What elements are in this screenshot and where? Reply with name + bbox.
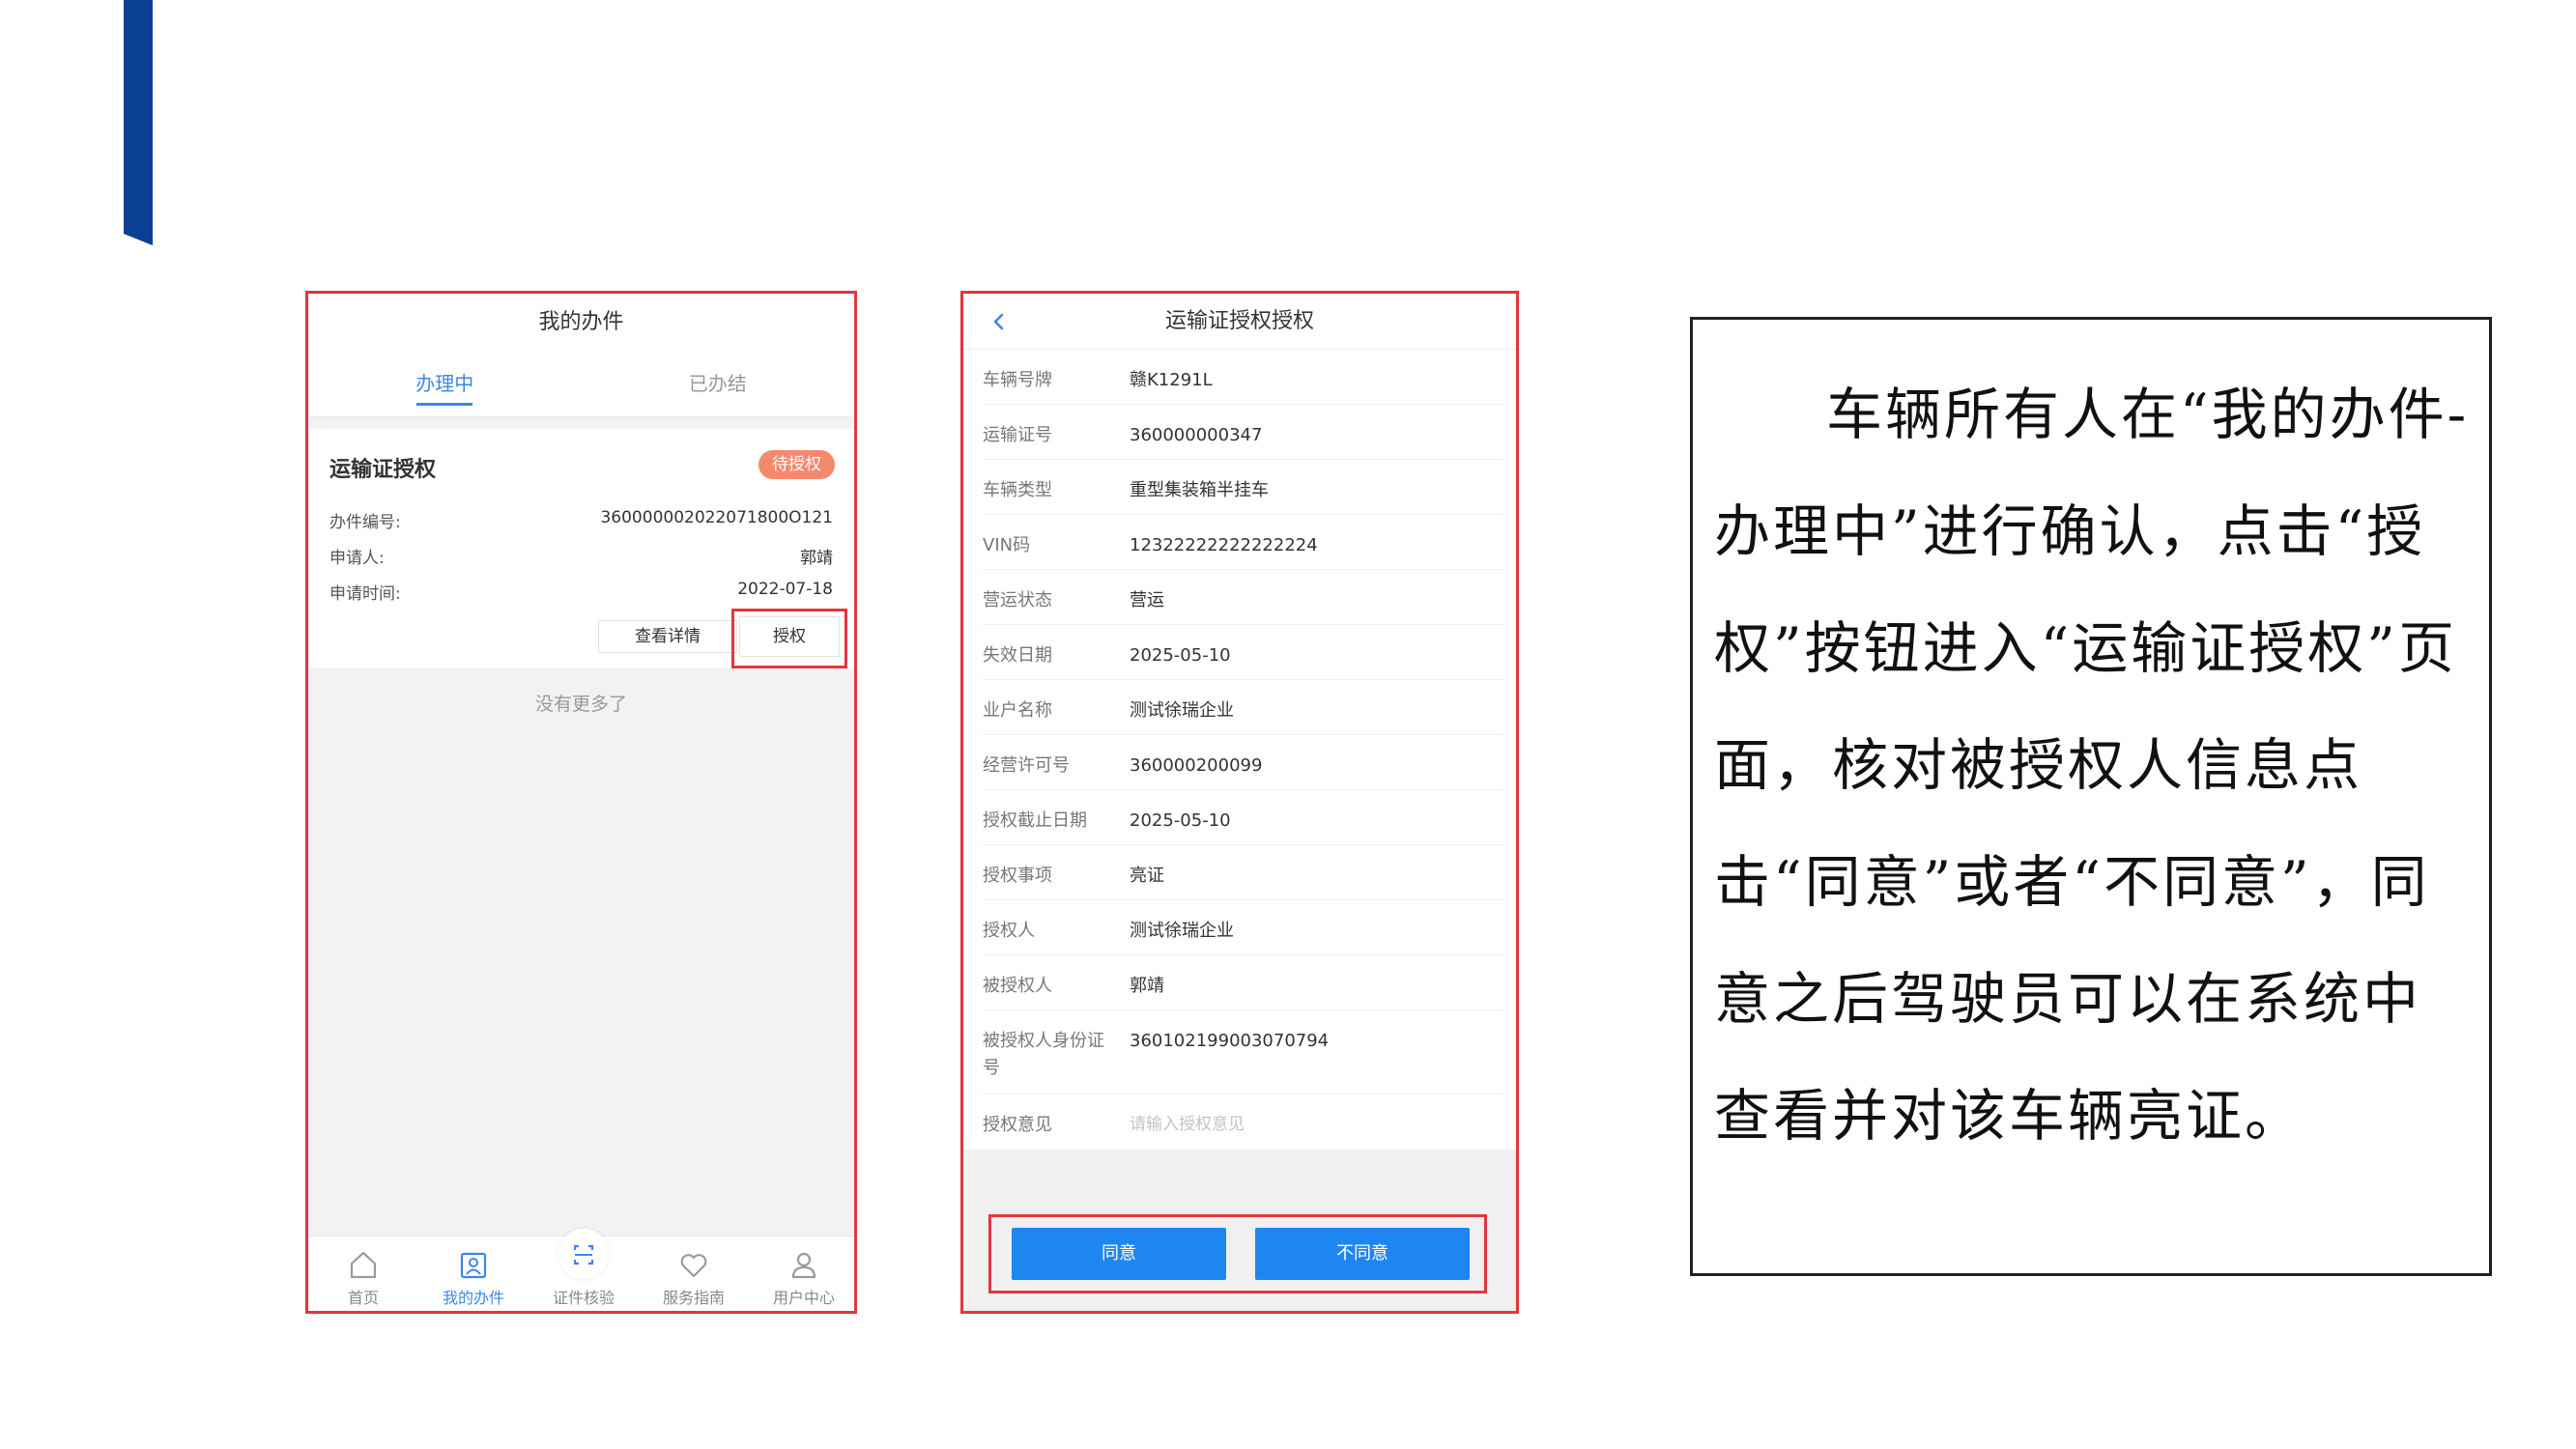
field-label: 车辆类型	[983, 480, 1052, 500]
opinion-input[interactable]	[1130, 1108, 1487, 1141]
field-authorized-person: 被授权人 郭靖	[983, 955, 1504, 1010]
field-label: 授权人	[983, 921, 1035, 941]
field-value: 2025-05-10	[1130, 645, 1231, 666]
slide-accent-bar	[124, 0, 153, 245]
field-value: 360102199003070794	[1130, 1031, 1330, 1051]
apply-time-value: 2022-07-18	[737, 580, 833, 599]
no-more-text: 没有更多了	[534, 694, 627, 715]
field-authorization-deadline: 授权截止日期 2025-05-10	[983, 790, 1504, 845]
case-number-row: 办件编号: 360000002022071800O121	[329, 508, 833, 537]
tabbar-label: 服务指南	[662, 1289, 725, 1307]
tabbar-label: 首页	[347, 1289, 379, 1307]
service-guide-icon	[680, 1254, 707, 1278]
my-cases-screen: 我的办件 办理中 已办结 运输证授权 待授权 办件编号: 36000000202…	[305, 291, 857, 1314]
tabbar-item-service-guide[interactable]: 服务指南	[639, 1236, 749, 1311]
field-value: 赣K1291L	[1130, 370, 1213, 390]
home-icon	[350, 1251, 377, 1279]
tab-completed[interactable]: 已办结	[582, 352, 855, 417]
field-value: 测试徐瑞企业	[1130, 921, 1234, 941]
bottom-tab-bar: 首页 我的办件 证件核验 服务指南 用户中心	[308, 1229, 854, 1311]
field-value: 亮证	[1130, 866, 1164, 886]
field-value: 360000000347	[1130, 425, 1263, 445]
action-bar: 同意 不同意	[963, 1195, 1516, 1311]
field-authorized-person-id: 被授权人身份证号 360102199003070794	[983, 1010, 1504, 1094]
apply-time-row: 申请时间: 2022-07-18	[329, 580, 833, 609]
authorize-button[interactable]: 授权	[739, 616, 840, 657]
field-value: 测试徐瑞企业	[1130, 700, 1234, 721]
active-tab-indicator	[416, 403, 473, 406]
field-authorization-opinion: 授权意见	[983, 1094, 1504, 1150]
tab-label: 办理中	[415, 372, 474, 395]
tabbar-item-my-cases[interactable]: 我的办件	[418, 1236, 529, 1311]
my-cases-icon	[460, 1252, 487, 1279]
field-value: 郭靖	[1130, 976, 1164, 996]
field-vehicle-type: 车辆类型 重型集装箱半挂车	[983, 460, 1504, 515]
field-plate-number: 车辆号牌 赣K1291L	[983, 350, 1504, 405]
tabbar-item-user-center[interactable]: 用户中心	[749, 1236, 854, 1311]
case-status-tabs: 办理中 已办结	[308, 352, 854, 417]
case-title: 运输证授权	[329, 458, 437, 482]
instruction-text: 车辆所有人在“我的办件-办理中”进行确认，点击“授权”按钮进入“运输证授权”页面…	[1714, 382, 2470, 1149]
field-label: 业户名称	[983, 700, 1052, 721]
field-value: 2025-05-10	[1130, 810, 1231, 831]
tab-in-progress[interactable]: 办理中	[308, 352, 582, 417]
field-authorizer: 授权人 测试徐瑞企业	[983, 900, 1504, 955]
applicant-value: 郭靖	[800, 549, 833, 568]
field-label: 授权意见	[983, 1115, 1052, 1135]
instruction-box: 车辆所有人在“我的办件-办理中”进行确认，点击“授权”按钮进入“运输证授权”页面…	[1690, 317, 2492, 1276]
field-value: 营运	[1130, 590, 1164, 611]
field-value: 12322222222222224	[1130, 535, 1318, 555]
tab-label: 已办结	[688, 372, 747, 395]
field-permit-number: 运输证号 360000000347	[983, 405, 1504, 460]
field-label: 授权截止日期	[983, 810, 1087, 831]
tabbar-label: 我的办件	[442, 1289, 504, 1307]
field-label: 被授权人身份证号	[983, 1031, 1104, 1078]
page-title: 我的办件	[308, 294, 854, 352]
field-business-name: 业户名称 测试徐瑞企业	[983, 680, 1504, 735]
field-label: 车辆号牌	[983, 370, 1052, 390]
disagree-button[interactable]: 不同意	[1255, 1228, 1470, 1280]
field-value: 360000200099	[1130, 755, 1263, 776]
applicant-row: 申请人: 郭靖	[329, 544, 833, 573]
field-license-number: 经营许可号 360000200099	[983, 735, 1504, 790]
view-details-button[interactable]: 查看详情	[598, 620, 737, 653]
field-label: 运输证号	[983, 425, 1052, 445]
page-title: 运输证授权授权	[963, 294, 1516, 350]
field-label: VIN码	[983, 535, 1031, 555]
case-card: 运输证授权 待授权 办件编号: 360000002022071800O121 申…	[308, 429, 854, 668]
authorization-detail-list: 车辆号牌 赣K1291L 运输证号 360000000347 车辆类型 重型集装…	[963, 350, 1516, 1150]
field-label: 被授权人	[983, 976, 1052, 996]
row-label: 申请人:	[329, 549, 385, 568]
tabbar-item-verify[interactable]: 证件核验	[529, 1229, 639, 1311]
chevron-left-icon[interactable]	[985, 294, 1014, 350]
field-authorization-item: 授权事项 亮证	[983, 845, 1504, 900]
row-label: 申请时间:	[329, 584, 401, 604]
field-label: 经营许可号	[983, 755, 1070, 776]
case-number-value: 360000002022071800O121	[600, 508, 833, 527]
tabbar-label: 证件核验	[552, 1289, 615, 1307]
row-label: 办件编号:	[329, 513, 401, 532]
field-expiry-date: 失效日期 2025-05-10	[983, 625, 1504, 680]
agree-button[interactable]: 同意	[1012, 1228, 1226, 1280]
field-operation-status: 营运状态 营运	[983, 570, 1504, 625]
transport-permit-authorization-screen: 运输证授权授权 车辆号牌 赣K1291L 运输证号 360000000347 车…	[960, 291, 1519, 1314]
user-icon	[791, 1252, 816, 1279]
field-label: 营运状态	[983, 590, 1052, 611]
tabbar-label: 用户中心	[772, 1289, 835, 1307]
tabbar-item-home[interactable]: 首页	[308, 1236, 418, 1311]
scan-icon	[573, 1244, 594, 1265]
field-label: 授权事项	[983, 866, 1052, 886]
field-label: 失效日期	[983, 645, 1052, 666]
field-vin: VIN码 12322222222222224	[983, 515, 1504, 570]
status-badge: 待授权	[758, 450, 835, 479]
field-value: 重型集装箱半挂车	[1130, 480, 1269, 500]
